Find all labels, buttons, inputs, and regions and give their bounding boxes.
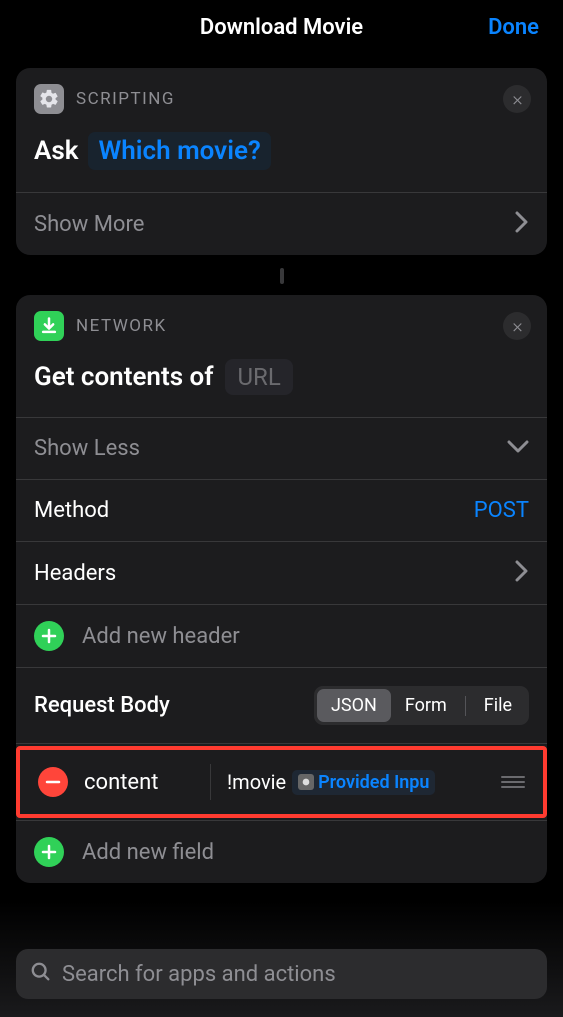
divider (465, 696, 466, 716)
drag-handle-icon[interactable] (501, 776, 525, 788)
page-title: Download Movie (200, 15, 363, 40)
close-icon[interactable] (503, 85, 531, 113)
close-icon[interactable] (503, 312, 531, 340)
chevron-down-icon (507, 439, 529, 458)
divider (210, 764, 211, 800)
body-type-segmented[interactable]: JSON Form File (314, 686, 529, 725)
variable-token[interactable]: Provided Inpu (292, 770, 435, 795)
ask-prompt[interactable]: Which movie? (88, 132, 270, 170)
gear-icon (34, 84, 64, 114)
scripting-card: SCRIPTING Ask Which movie? Show More (16, 68, 547, 255)
card-header: SCRIPTING (16, 68, 547, 120)
search-input[interactable]: Search for apps and actions (16, 949, 547, 999)
seg-file[interactable]: File (470, 689, 526, 722)
card-body: Get contents of URL (16, 347, 547, 417)
card-header: NETWORK (16, 295, 547, 347)
get-contents-action: Get contents of URL (34, 359, 529, 395)
request-body-row: Request Body JSON Form File (16, 668, 547, 743)
show-less-label: Show Less (34, 436, 140, 461)
divider (16, 743, 547, 744)
add-field-label: Add new field (82, 840, 214, 865)
done-button[interactable]: Done (488, 15, 539, 40)
seg-form[interactable]: Form (391, 689, 461, 722)
token-label: Provided Inpu (318, 772, 429, 793)
headers-label: Headers (34, 561, 116, 586)
header: Download Movie Done (0, 0, 563, 54)
get-label: Get contents of (34, 362, 213, 392)
request-body-label: Request Body (34, 693, 170, 718)
card-category: NETWORK (76, 316, 167, 336)
seg-json[interactable]: JSON (317, 689, 391, 722)
chevron-right-icon (515, 211, 529, 237)
search-placeholder: Search for apps and actions (62, 962, 336, 987)
ask-action: Ask Which movie? (34, 132, 529, 170)
chevron-right-icon (515, 560, 529, 586)
show-more-row[interactable]: Show More (16, 193, 547, 255)
ask-label: Ask (34, 136, 78, 166)
field-value[interactable]: !movie Provided Inpu (227, 770, 485, 795)
headers-row[interactable]: Headers (16, 542, 547, 604)
add-header-row[interactable]: Add new header (16, 605, 547, 667)
add-field-row[interactable]: Add new field (16, 821, 547, 883)
network-card: NETWORK Get contents of URL Show Less Me… (16, 295, 547, 883)
field-key[interactable]: content (84, 770, 194, 795)
connector (280, 268, 284, 284)
method-value[interactable]: POST (474, 498, 529, 523)
method-row[interactable]: Method POST (16, 480, 547, 541)
gear-icon (298, 774, 314, 790)
show-less-row[interactable]: Show Less (16, 418, 547, 479)
highlighted-field: content !movie Provided Inpu (16, 746, 547, 818)
plus-icon[interactable] (34, 837, 64, 867)
card-category: SCRIPTING (76, 89, 175, 109)
search-area: Search for apps and actions (0, 901, 563, 1017)
download-icon (34, 311, 64, 341)
plus-icon[interactable] (34, 621, 64, 651)
field-text-prefix: !movie (227, 770, 286, 794)
minus-icon[interactable] (38, 767, 68, 797)
url-input[interactable]: URL (225, 359, 292, 395)
show-more-label: Show More (34, 212, 144, 237)
add-header-label: Add new header (82, 624, 240, 649)
search-icon (30, 961, 52, 987)
body-field-row[interactable]: content !movie Provided Inpu (20, 750, 543, 814)
card-body: Ask Which movie? (16, 120, 547, 192)
method-label: Method (34, 498, 109, 523)
